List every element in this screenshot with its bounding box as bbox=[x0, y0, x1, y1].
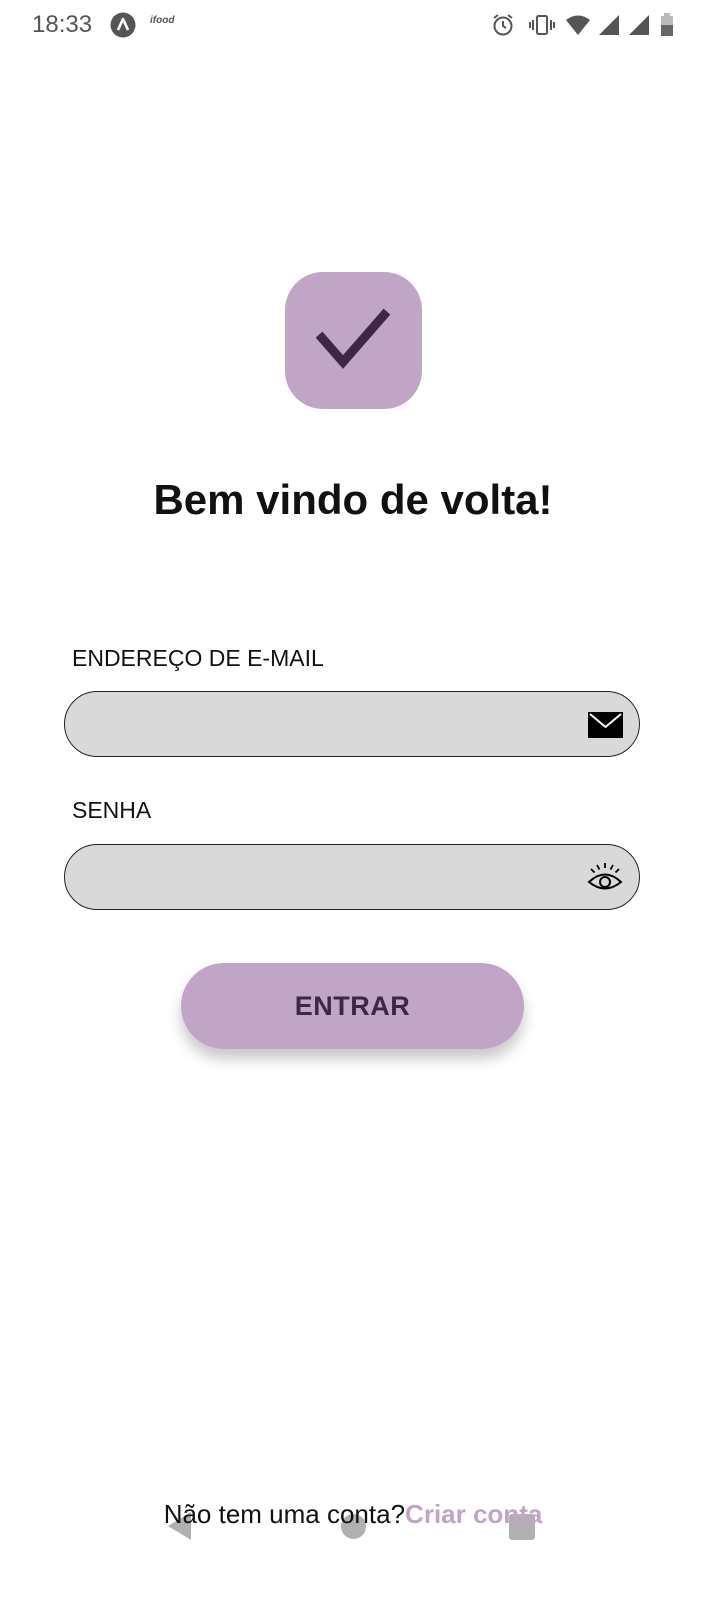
eye-icon[interactable] bbox=[587, 861, 623, 898]
create-account-link[interactable]: Criar conta bbox=[405, 1499, 542, 1529]
app-a-icon bbox=[110, 12, 136, 43]
signal-icon bbox=[598, 14, 620, 41]
alarm-icon bbox=[491, 13, 515, 42]
battery-icon bbox=[660, 13, 674, 42]
status-bar: 18:33 ifood bbox=[0, 0, 720, 50]
signup-prompt: Não tem uma conta? bbox=[163, 1499, 406, 1529]
status-time: 18:33 bbox=[32, 11, 93, 38]
signal-icon bbox=[628, 14, 650, 41]
page-title: Bem vindo de volta! bbox=[153, 476, 553, 523]
wifi-icon bbox=[565, 14, 591, 41]
password-label: SENHA bbox=[72, 797, 152, 823]
signup-row: Não tem uma conta?Criar conta bbox=[0, 1499, 706, 1530]
envelope-icon bbox=[588, 712, 623, 743]
checkmark-icon bbox=[315, 308, 391, 369]
password-field-container bbox=[64, 844, 640, 910]
ifood-icon: ifood bbox=[150, 15, 175, 26]
password-field[interactable] bbox=[89, 845, 573, 909]
email-field-container bbox=[64, 691, 640, 757]
login-button[interactable]: ENTRAR bbox=[181, 963, 524, 1049]
email-field[interactable] bbox=[89, 692, 573, 756]
email-label: ENDEREÇO DE E-MAIL bbox=[72, 645, 324, 671]
vibrate-icon bbox=[529, 13, 555, 42]
app-logo bbox=[285, 272, 422, 409]
